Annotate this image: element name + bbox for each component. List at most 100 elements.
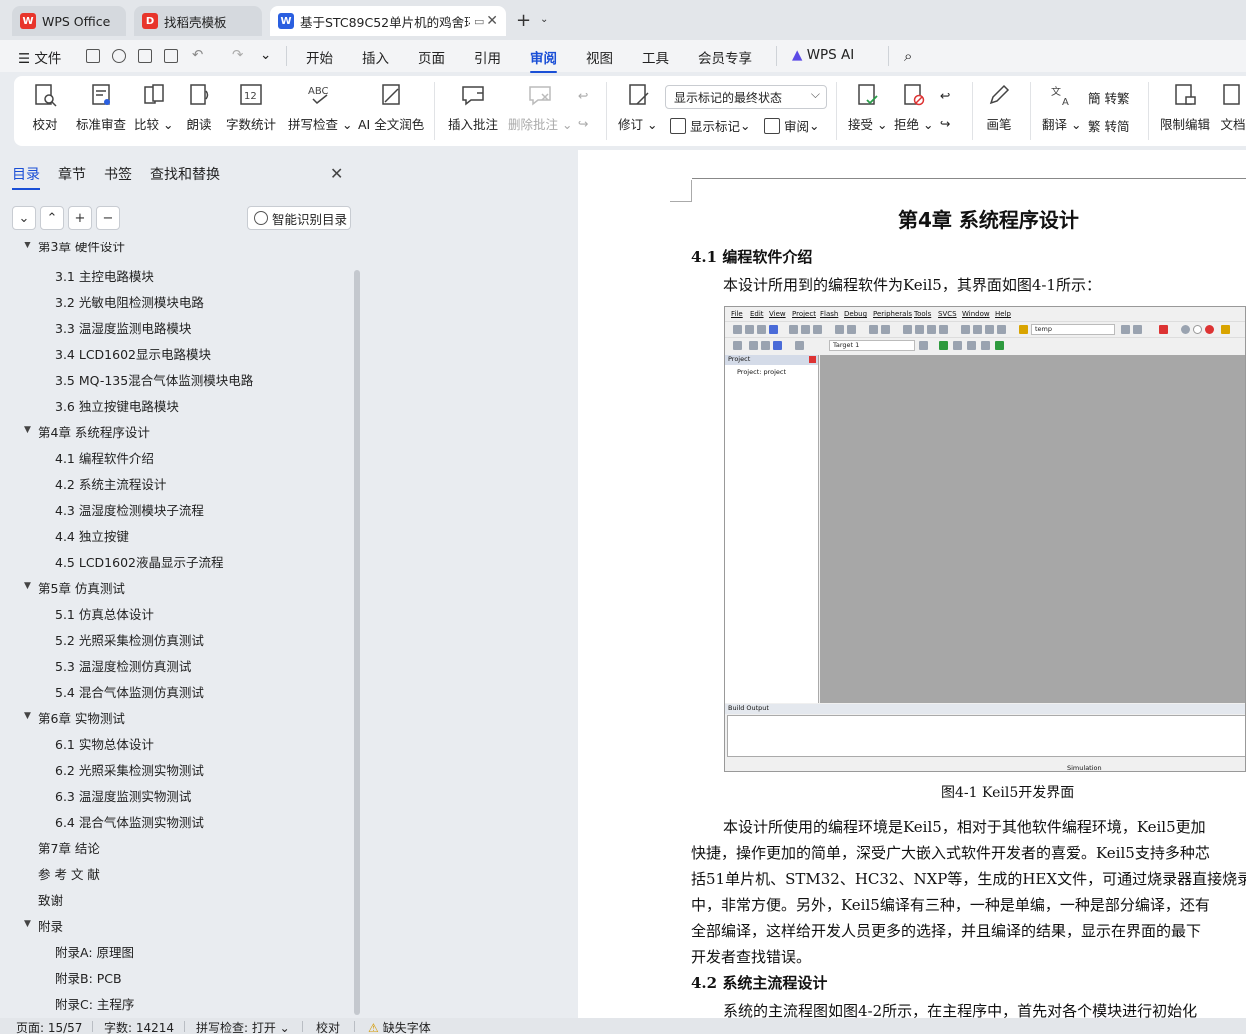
menu-file[interactable]: ☰ 文件 (18, 47, 61, 67)
close-tab-icon[interactable]: ✕ (486, 13, 498, 29)
review-pane-button[interactable]: 审阅 ⌄ (764, 116, 820, 135)
toc-item[interactable]: 参 考 文 献 (38, 864, 100, 883)
toc-item[interactable]: 6.2 光照采集检测实物测试 (55, 760, 204, 779)
toc-item[interactable]: 4.5 LCD1602液晶显示子流程 (55, 552, 223, 571)
remove-heading-button[interactable]: − (96, 206, 120, 230)
proofread-button[interactable]: 校对 (32, 82, 58, 133)
standard-review-button[interactable]: 标准审查 (76, 82, 126, 133)
collapse-arrow-icon[interactable]: ▼ (24, 581, 31, 591)
menu-tools[interactable]: 工具 (642, 47, 669, 67)
proofread-status[interactable]: 校对 (316, 1019, 340, 1034)
share-icon[interactable] (112, 49, 126, 63)
accept-button[interactable]: 接受 ⌄ (848, 82, 887, 133)
toc-item[interactable]: 4.1 编程软件介绍 (55, 448, 154, 467)
redo-icon[interactable]: ↷ (232, 47, 243, 63)
more-chevron-icon[interactable]: ⌄ (260, 47, 271, 63)
search-icon[interactable]: ⌕ (904, 47, 912, 65)
toc-item[interactable]: 5.2 光照采集检测仿真测试 (55, 630, 204, 649)
to-simplified-button[interactable]: 繁转简 (1088, 116, 1130, 135)
close-icon[interactable]: ✕ (330, 164, 343, 183)
pen-button[interactable]: 画笔 (986, 82, 1012, 133)
menu-review[interactable]: 审阅 (530, 47, 557, 73)
document-page[interactable]: 第4章 系统程序设计 4.1 编程软件介绍 本设计所用到的编程软件为Keil5，… (578, 150, 1246, 1018)
print-preview-icon[interactable] (164, 49, 178, 63)
chevron-down-icon[interactable]: ⌄ (540, 14, 548, 25)
toc-item[interactable]: 6.4 混合气体监测实物测试 (55, 812, 204, 831)
toc-item[interactable]: 第7章 结论 (38, 838, 100, 857)
tab-docer[interactable]: D 找稻壳模板 (134, 6, 262, 36)
toc-item[interactable]: 3.2 光敏电阻检测模块电路 (55, 292, 204, 311)
save-icon[interactable] (86, 49, 100, 63)
spell-check-toggle[interactable]: 拼写检查: 打开 ⌄ (196, 1019, 290, 1034)
missing-font-indicator[interactable]: ⚠ 缺失字体 (368, 1019, 431, 1034)
page-indicator[interactable]: 页面: 15/57 (16, 1019, 82, 1034)
toc-item[interactable]: 4.3 温湿度检测模块子流程 (55, 500, 204, 519)
tab-current-document[interactable]: W 基于STC89C52单片机的鸡舍环 ▭ ✕ (270, 6, 506, 36)
to-traditional-button[interactable]: 簡转繁 (1088, 88, 1130, 107)
toc-item[interactable]: 第4章 系统程序设计 (38, 422, 150, 441)
collapse-arrow-icon[interactable]: ▼ (24, 919, 31, 929)
undo-icon[interactable]: ↶ (192, 47, 203, 63)
toc-item[interactable]: 3.1 主控电路模块 (55, 266, 154, 285)
ai-polish-button[interactable]: AI 全文润色 (358, 82, 424, 133)
toc-item[interactable]: 5.3 温湿度检测仿真测试 (55, 656, 191, 675)
toc-item[interactable]: 附录A: 原理图 (55, 942, 134, 961)
toc-item[interactable]: 附录 (38, 916, 63, 935)
new-tab-icon[interactable]: + (516, 10, 531, 31)
revise-button[interactable]: 修订 ⌄ (618, 82, 657, 133)
menu-wps-ai[interactable]: ▲ WPS AI (792, 47, 854, 63)
insert-comment-button[interactable]: 插入批注 (448, 82, 498, 133)
spell-check-button[interactable]: ABC 拼写检查 ⌄ (288, 82, 352, 133)
show-markup-button[interactable]: 显示标记 ⌄ (670, 116, 751, 135)
collapse-arrow-icon[interactable]: ▼ (24, 242, 31, 250)
toc-item[interactable]: 附录C: 主程序 (55, 994, 134, 1013)
toc-item[interactable]: 4.4 独立按键 (55, 526, 129, 545)
menu-insert[interactable]: 插入 (362, 47, 389, 67)
menu-view[interactable]: 视图 (586, 47, 613, 67)
toc-item[interactable]: 附录B: PCB (55, 968, 122, 987)
menu-page[interactable]: 页面 (418, 47, 445, 67)
menu-reference[interactable]: 引用 (474, 47, 501, 67)
word-count-indicator[interactable]: 字数: 14214 (104, 1019, 174, 1034)
previous-change-icon[interactable]: ↩ (940, 88, 950, 103)
display-mode-select[interactable]: 显示标记的最终状态 (665, 85, 827, 109)
toc-item[interactable]: 第5章 仿真测试 (38, 578, 125, 597)
translate-button[interactable]: 文A 翻译 ⌄ (1042, 82, 1081, 133)
word-count-button[interactable]: 12 字数统计 (226, 82, 276, 133)
tab-find-replace[interactable]: 查找和替换 (150, 164, 220, 184)
add-heading-button[interactable]: + (68, 206, 92, 230)
document-rights-button[interactable]: 文档 (1220, 82, 1246, 133)
toc-item[interactable]: 3.5 MQ-135混合气体监测模块电路 (55, 370, 253, 389)
toc-item[interactable]: 3.3 温湿度监测电路模块 (55, 318, 191, 337)
monitor-icon[interactable]: ▭ (474, 15, 484, 28)
read-aloud-button[interactable]: 朗读 (186, 82, 212, 133)
toc-item[interactable]: 3.6 独立按键电路模块 (55, 396, 179, 415)
toc-item[interactable]: 6.3 温湿度监测实物测试 (55, 786, 191, 805)
compare-button[interactable]: 比较 ⌄ (134, 82, 173, 133)
tab-toc[interactable]: 目录 (12, 164, 40, 190)
toc-item[interactable]: 4.2 系统主流程设计 (55, 474, 166, 493)
toc-item[interactable]: 第3章 硬件设计 (38, 242, 125, 255)
delete-comment-button[interactable]: 删除批注 ⌄ (508, 82, 572, 133)
toc-item[interactable]: 3.4 LCD1602显示电路模块 (55, 344, 211, 363)
toc-item[interactable]: 6.1 实物总体设计 (55, 734, 154, 753)
next-change-icon[interactable]: ↪ (940, 116, 950, 131)
print-icon[interactable] (138, 49, 152, 63)
menu-member[interactable]: 会员专享 (698, 47, 752, 67)
expand-all-button[interactable]: ⌄ (12, 206, 36, 230)
tab-wps-office[interactable]: W WPS Office (12, 6, 126, 36)
toc-scrollbar[interactable] (354, 270, 360, 1015)
toc-item[interactable]: 5.1 仿真总体设计 (55, 604, 154, 623)
collapse-all-button[interactable]: ⌃ (40, 206, 64, 230)
reject-button[interactable]: 拒绝 ⌄ (894, 82, 933, 133)
tab-chapters[interactable]: 章节 (58, 164, 86, 184)
toc-item[interactable]: 致谢 (38, 890, 63, 909)
collapse-arrow-icon[interactable]: ▼ (24, 425, 31, 435)
tab-bookmarks[interactable]: 书签 (104, 164, 132, 184)
previous-comment-icon[interactable]: ↩ (578, 88, 588, 103)
toc-item[interactable]: 第6章 实物测试 (38, 708, 125, 727)
collapse-arrow-icon[interactable]: ▼ (24, 711, 31, 721)
toc-item[interactable]: 5.4 混合气体监测仿真测试 (55, 682, 204, 701)
menu-home[interactable]: 开始 (306, 47, 333, 67)
smart-toc-button[interactable]: 智能识别目录 (247, 206, 351, 230)
